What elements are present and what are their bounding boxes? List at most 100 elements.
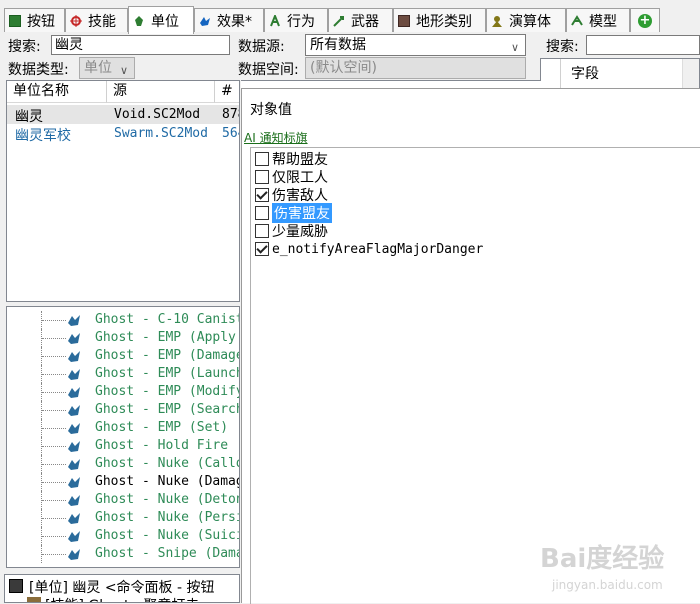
unit-id: 564 [222,126,239,141]
tree-item[interactable]: Ghost - Hold Fire [7,437,239,455]
tree-item-label: Ghost - Nuke (Damag [95,474,240,489]
tree-item[interactable]: Ghost - EMP (Search [7,401,240,419]
model-icon [571,14,583,27]
tab-abilities[interactable]: 技能 [65,8,128,32]
checkbox[interactable] [255,152,269,166]
tree-item-label: Ghost - Snipe (Dama [95,546,240,561]
tree-connector [41,437,67,455]
tree-item[interactable]: Ghost - EMP (Set) [7,419,239,437]
unit-icon [133,15,145,27]
reference-line-2[interactable]: [技能] Ghost - 聚意打击 [45,595,199,602]
data-type-select[interactable]: 单位 ∨ [79,57,135,79]
field-table-scrollbar[interactable] [682,59,699,91]
tree-item[interactable]: Ghost - Nuke (Calld [7,455,240,473]
ability-ref-icon [27,597,41,602]
effect-icon [67,385,83,399]
checkbox-checked[interactable] [255,242,269,256]
tree-connector [41,455,67,473]
effect-icon [67,529,83,543]
tab-terrain-types[interactable]: 地形类别 [393,8,486,32]
terrain-icon [398,14,410,27]
checkbox-checked[interactable] [255,188,269,202]
flag-option-damage-allies[interactable]: 伤害盟友 [255,203,332,223]
table-row[interactable]: 幽灵军校 Swarm.SC2Mod 564 [7,124,239,144]
tree-item-label: Ghost - Hold Fire [95,438,229,453]
data-source-select[interactable]: 所有数据 ∨ [305,34,526,56]
button-icon [9,14,21,27]
tree-item[interactable]: Ghost - EMP (Modify [7,383,240,401]
flag-checkbox-list: 帮助盟友 仅限工人 伤害敌人 伤害盟友 少量威胁 e_notifyAreaFla… [250,147,700,604]
tab-units[interactable]: 单位 [128,6,194,34]
effect-icon [67,421,83,435]
plus-icon: + [638,12,652,28]
column-header-source[interactable]: 源 [107,81,215,103]
unit-list: 单位名称 源 # 幽灵 Void.SC2Mod 878 幽灵军校 Swarm.S… [6,80,240,302]
tree-item[interactable]: Ghost - Nuke (Damag [7,473,240,491]
tree-item[interactable]: Ghost - EMP (Launch [7,365,240,383]
table-header-strip [241,80,541,88]
table-row[interactable]: 幽灵 Void.SC2Mod 878 [7,105,239,125]
tab-models[interactable]: 模型 [566,8,630,32]
effect-icon [67,331,83,345]
tab-effects[interactable]: 效果* [194,8,264,32]
tree-item-label: Ghost - C-10 Canist [95,312,240,327]
object-value-popup: 对象值 AI 通知标旗 帮助盟友 仅限工人 伤害敌人 伤害盟友 少量威胁 e_n… [241,88,700,604]
effect-icon [67,367,83,381]
unit-name: 幽灵 [15,109,43,125]
tree-item-label: Ghost - EMP (Launch [95,366,240,381]
tree-item-label: Ghost - EMP (Search [95,402,240,417]
tree-item[interactable]: Ghost - C-10 Canist [7,311,240,329]
chevron-down-icon: ∨ [510,41,519,54]
tab-actors[interactable]: 演算体 [486,8,566,32]
flag-option-minor-threat[interactable]: 少量威胁 [255,222,328,240]
watermark-logo: Bai度经验 jingyan.baidu.com [540,543,664,592]
unit-source: Swarm.SC2Mod [114,126,208,141]
checkbox[interactable] [255,206,269,220]
effect-icon [67,403,83,417]
right-search-input[interactable] [586,35,700,55]
field-name-link[interactable]: AI 通知标旗 [244,129,308,146]
tree-connector [41,491,67,509]
tree-connector [41,545,67,563]
tree-connector [41,473,67,491]
watermark-url: jingyan.baidu.com [551,578,663,592]
effect-icon [67,547,83,561]
effect-icon [67,439,83,453]
chevron-down-icon: ∨ [119,64,128,77]
effect-icon [199,15,211,27]
field-table-header: 字段 [571,66,599,82]
column-header-name[interactable]: 单位名称 [7,81,107,103]
add-tab-button[interactable]: + [630,8,660,32]
tree-item[interactable]: Ghost - EMP (Damage [7,347,240,365]
tree-item[interactable]: Ghost - Nuke (Suici [7,527,239,545]
tree-connector [41,509,67,527]
tree-item[interactable]: Ghost - EMP (Apply [7,329,239,347]
reference-list: [单位] 幽灵 <命令面板 - 按钮 [技能] Ghost - 聚意打击 [4,574,240,603]
data-space-select[interactable]: (默认空间) [305,57,526,79]
checkbox[interactable] [255,170,269,184]
search-label: 搜索: [8,39,41,55]
tree-connector [41,347,67,365]
tree-item[interactable]: Ghost - Snipe (Dama [7,545,240,563]
tree-item-label: Ghost - EMP (Damage [95,348,240,363]
tree-item-label: Ghost - EMP (Modify [95,384,240,399]
tree-item[interactable]: Ghost - Nuke (Persi [7,509,239,527]
tab-buttons[interactable]: 按钮 [4,8,65,32]
flag-option-workers-only[interactable]: 仅限工人 [255,168,328,186]
unit-name: 幽灵军校 [15,128,71,144]
flag-option-help-allies[interactable]: 帮助盟友 [255,150,328,168]
tab-behaviors[interactable]: 行为 [264,8,328,32]
search-input[interactable]: 幽灵 [51,35,230,55]
weapon-icon [333,15,345,27]
flag-option-major-danger[interactable]: e_notifyAreaFlagMajorDanger [255,240,483,258]
right-search-label: 搜索: [546,39,579,55]
tree-item-label: Ghost - Nuke (Calld [95,456,240,471]
tree-items: Ghost - C-10 Canist Ghost - EMP (Apply Gho… [7,307,240,567]
tree-item[interactable]: Ghost - Nuke (Deton [7,491,239,509]
flag-option-damage-enemies[interactable]: 伤害敌人 [255,186,328,204]
column-header-id[interactable]: # [215,81,239,103]
reference-line-1[interactable]: [单位] 幽灵 <命令面板 - 按钮 [29,577,215,597]
checkbox[interactable] [255,224,269,238]
effect-icon [67,457,83,471]
tab-weapons[interactable]: 武器 [328,8,393,32]
